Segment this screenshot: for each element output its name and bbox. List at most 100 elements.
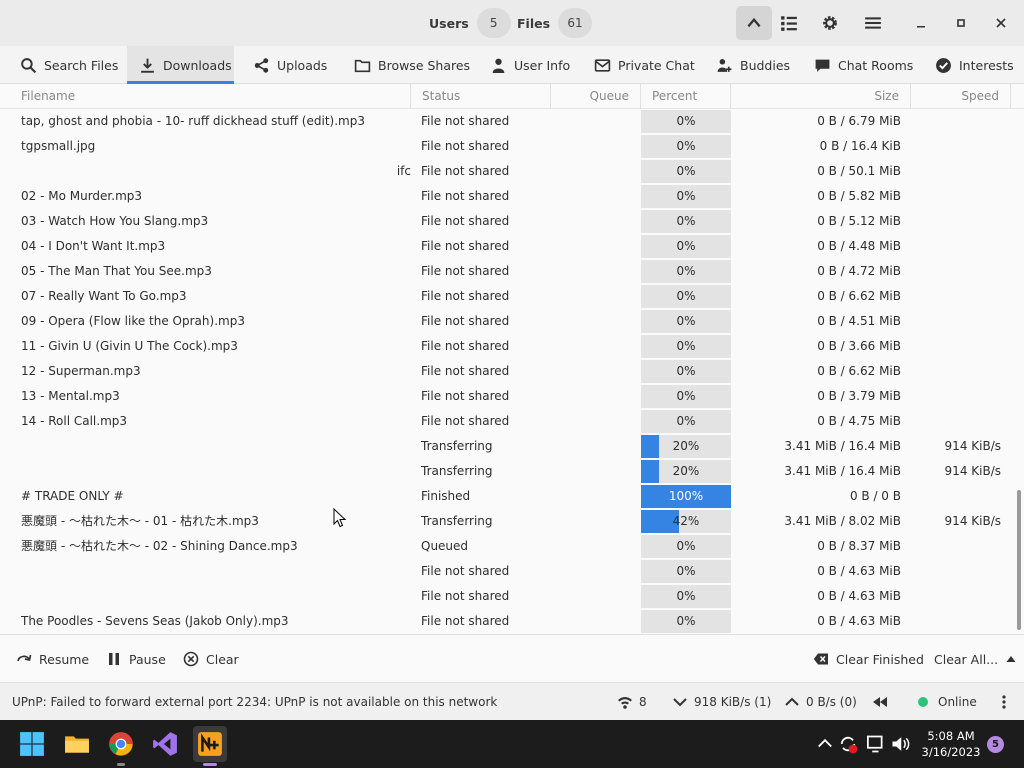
maximize-button[interactable] <box>944 6 978 40</box>
connections-count: 8 <box>639 695 647 709</box>
preferences-button[interactable] <box>812 6 848 40</box>
resume-button[interactable]: Resume <box>16 649 89 669</box>
tab-interests[interactable]: Interests <box>927 46 1022 84</box>
tab-label: Downloads <box>163 57 232 73</box>
transfer-row[interactable]: File not shared 0% 0 B / 4.63 MiB <box>0 584 1016 609</box>
transfer-row[interactable]: tgpsmall.jpg File not shared 0% 0 B / 16.4 … <box>0 134 1016 159</box>
close-window-button[interactable] <box>984 6 1018 40</box>
column-status[interactable]: Status <box>411 84 551 109</box>
pause-button[interactable]: Pause <box>106 649 166 669</box>
vertical-scrollbar[interactable] <box>1017 490 1021 630</box>
tab-downloads[interactable]: Downloads <box>127 46 234 84</box>
row-percent: 0% <box>676 539 696 553</box>
online-status-button[interactable]: Online <box>918 683 977 721</box>
row-filename: 悪魔頭 - ～枯れた木～ - 01 - 枯れた木.mp3 <box>21 514 259 528</box>
taskbar-clock[interactable]: 5:08 AM 3/16/2023 <box>920 728 982 760</box>
transfer-row[interactable]: 悪魔頭 - ～枯れた木～ - 01 - 枯れた木.mp3 Transferring… <box>0 509 1016 534</box>
tab-label: Browse Shares <box>378 57 471 73</box>
row-status: File not shared <box>421 189 510 203</box>
users-stat: Users 5 <box>429 8 511 38</box>
collapse-toggle-button[interactable] <box>736 6 772 40</box>
transfer-list-view-button[interactable] <box>771 6 807 40</box>
row-size: 0 B / 5.12 MiB <box>817 214 901 228</box>
row-size: 0 B / 50.1 MiB <box>817 164 901 178</box>
windows-start-button[interactable] <box>16 728 48 760</box>
clear-all-menu-button[interactable]: Clear All... <box>934 649 1017 669</box>
row-filename: 05 - The Man That You See.mp3 <box>21 264 212 278</box>
transfer-row[interactable]: 14 - Roll Call.mp3 File not shared 0% 0 B /… <box>0 409 1016 434</box>
transfer-row[interactable]: 04 - I Don't Want It.mp3 File not shared 0… <box>0 234 1016 259</box>
transfers-list[interactable]: tap, ghost and phobia - 10- ruff dickhea… <box>0 109 1016 634</box>
download-speed-indicator[interactable]: 918 KiB/s (1) <box>672 683 771 721</box>
row-percent: 42% <box>672 514 700 528</box>
transfer-row[interactable]: 03 - Watch How You Slang.mp3 File not sha… <box>0 209 1016 234</box>
tab-browse-shares[interactable]: Browse Shares <box>346 46 470 84</box>
chrome-icon <box>109 732 133 756</box>
upload-speed-indicator[interactable]: 0 B/s (0) <box>784 683 857 721</box>
tray-overflow-chevron-icon[interactable] <box>815 734 835 754</box>
transfer-row[interactable]: ifc File not shared 0% 0 B / 50.1 MiB <box>0 159 1016 184</box>
download-speed: 918 KiB/s (1) <box>694 695 772 709</box>
users-count-badge: 5 <box>476 8 511 38</box>
tab-user-info[interactable]: User Info <box>482 46 570 84</box>
column-percent[interactable]: Percent <box>641 84 731 109</box>
transfer-row[interactable]: 07 - Really Want To Go.mp3 File not share… <box>0 284 1016 309</box>
transfer-row[interactable]: 11 - Givin U (Givin U The Cock).mp3 File … <box>0 334 1016 359</box>
row-speed <box>911 359 1001 384</box>
tab-private-chat[interactable]: Private Chat <box>586 46 695 84</box>
column-speed[interactable]: Speed <box>911 84 1011 109</box>
row-filename: 03 - Watch How You Slang.mp3 <box>21 214 209 228</box>
column-size[interactable]: Size <box>731 84 911 109</box>
column-filename[interactable]: Filename <box>0 84 411 109</box>
clock-date: 3/16/2023 <box>921 745 981 759</box>
row-size: 0 B / 6.62 MiB <box>817 364 901 378</box>
main-menu-button[interactable] <box>855 6 891 40</box>
transfer-row[interactable]: # TRADE ONLY # Finished 100% 0 B / 0 B <box>0 484 1016 509</box>
row-speed <box>911 184 1001 209</box>
row-queue <box>551 384 631 409</box>
row-size: 0 B / 16.4 KiB <box>819 139 901 153</box>
row-queue <box>551 484 631 509</box>
tab-chat-rooms[interactable]: Chat Rooms <box>806 46 916 84</box>
transfer-row[interactable]: 悪魔頭 - ～枯れた木～ - 02 - Shining Dance.mp3 Que… <box>0 534 1016 559</box>
taskbar-file-explorer[interactable] <box>61 728 93 760</box>
folder-icon <box>354 59 371 72</box>
clear-finished-button[interactable]: Clear Finished <box>813 649 924 669</box>
transfer-row[interactable]: The Poodles - Sevens Seas (Jakob Only).m… <box>0 609 1016 634</box>
transfer-row[interactable]: File not shared 0% 0 B / 4.63 MiB <box>0 559 1016 584</box>
row-percent: 20% <box>672 464 700 478</box>
minimize-button[interactable] <box>904 6 938 40</box>
row-speed: 914 KiB/s <box>944 439 1001 453</box>
taskbar-visual-studio[interactable] <box>149 728 181 760</box>
row-progress-bar: 42% <box>641 510 731 533</box>
alt-speed-toggle[interactable] <box>872 683 888 721</box>
row-filename: 11 - Givin U (Givin U The Cock).mp3 <box>21 339 238 353</box>
tab-uploads[interactable]: Uploads <box>245 46 330 84</box>
row-status: File not shared <box>421 414 510 428</box>
notification-count-badge[interactable]: 5 <box>987 736 1004 753</box>
transfer-row[interactable]: 13 - Mental.mp3 File not shared 0% 0 B / 3.… <box>0 384 1016 409</box>
row-progress-bar: 0% <box>641 410 731 433</box>
sync-alert-icon[interactable] <box>838 734 858 754</box>
transfer-row[interactable]: Transferring 20% 3.41 MiB / 16.4 MiB 914 Ki… <box>0 434 1016 459</box>
row-queue <box>551 234 631 259</box>
network-monitor-icon[interactable] <box>866 734 886 754</box>
volume-icon[interactable] <box>890 734 910 754</box>
row-percent: 0% <box>676 289 696 303</box>
transfer-row[interactable]: 12 - Superman.mp3 File not shared 0% 0 B / … <box>0 359 1016 384</box>
transfer-row[interactable]: 05 - The Man That You See.mp3 File not sh… <box>0 259 1016 284</box>
taskbar-nicotine-plus[interactable] <box>194 728 226 760</box>
transfer-row[interactable]: 02 - Mo Murder.mp3 File not shared 0% 0 B /… <box>0 184 1016 209</box>
taskbar-chrome[interactable] <box>105 728 137 760</box>
row-progress-bar: 0% <box>641 385 731 408</box>
transfer-row[interactable]: 09 - Opera (Flow like the Oprah).mp3 File… <box>0 309 1016 334</box>
clear-button[interactable]: Clear <box>183 649 239 669</box>
row-percent: 0% <box>676 164 696 178</box>
tab-search-files[interactable]: Search Files <box>10 46 125 84</box>
transfer-row[interactable]: Transferring 20% 3.41 MiB / 16.4 MiB 914 Ki… <box>0 459 1016 484</box>
connections-indicator[interactable]: 8 <box>617 683 647 721</box>
status-menu-button[interactable] <box>996 683 1012 721</box>
column-queue[interactable]: Queue <box>551 84 641 109</box>
transfer-row[interactable]: tap, ghost and phobia - 10- ruff dickhea… <box>0 109 1016 134</box>
tab-buddies[interactable]: Buddies <box>708 46 793 84</box>
